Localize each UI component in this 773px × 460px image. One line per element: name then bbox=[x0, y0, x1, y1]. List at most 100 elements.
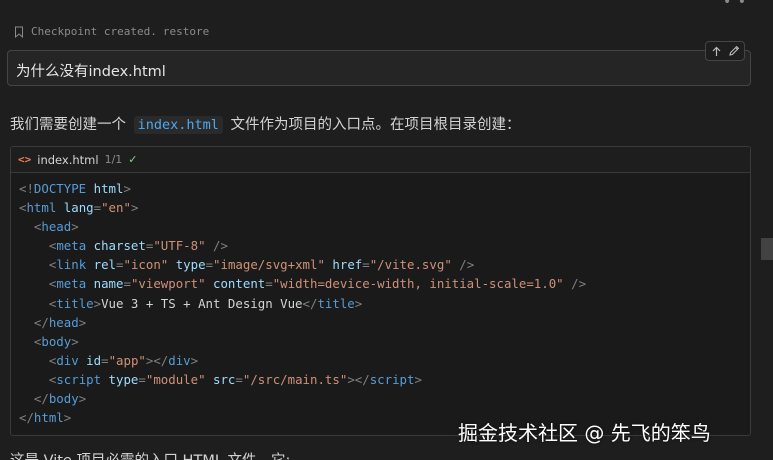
code-token: </ bbox=[33, 391, 49, 407]
restore-link[interactable]: restore bbox=[163, 25, 209, 38]
code-token: /> bbox=[571, 276, 587, 292]
code-line: <html lang="en"> bbox=[19, 198, 750, 217]
code-token: html bbox=[33, 410, 64, 426]
code-token: = bbox=[138, 371, 146, 387]
code-token: > bbox=[71, 219, 79, 235]
code-token: "app" bbox=[108, 352, 146, 368]
code-token: = bbox=[123, 276, 131, 292]
code-token: meta bbox=[56, 276, 87, 292]
code-line: <script type="module" src="/src/main.ts"… bbox=[19, 370, 750, 389]
reply-text-before: 我们需要创建一个 bbox=[10, 117, 126, 133]
code-token: > bbox=[190, 352, 199, 368]
code-line: <!DOCTYPE html> bbox=[19, 179, 750, 198]
code-token: ></ bbox=[145, 352, 169, 368]
code-token: type bbox=[108, 371, 139, 387]
code-token: "/vite.svg" bbox=[369, 257, 452, 273]
code-token: html bbox=[26, 200, 57, 216]
code-token: src bbox=[213, 371, 236, 387]
code-token: div bbox=[168, 352, 191, 368]
code-token: = bbox=[265, 276, 273, 292]
code-token: meta bbox=[56, 238, 87, 254]
code-line: <body> bbox=[19, 332, 750, 351]
reply-continuation: 这是 Vite 项目必需的入口 HTML 文件。它: bbox=[10, 449, 290, 460]
code-token: = bbox=[235, 371, 243, 387]
code-token: DOCTYPE bbox=[33, 181, 87, 196]
code-filename[interactable]: index.html bbox=[37, 153, 98, 167]
code-token: body bbox=[41, 333, 72, 349]
code-token: > bbox=[130, 200, 139, 216]
code-token: "viewport" bbox=[130, 276, 206, 292]
code-token: = bbox=[101, 352, 109, 368]
code-line: <meta charset="UTF-8" /> bbox=[19, 236, 750, 255]
code-token: html bbox=[93, 181, 124, 196]
code-token: script bbox=[369, 371, 415, 387]
code-line: </head> bbox=[19, 313, 750, 332]
code-token: content bbox=[213, 276, 266, 292]
code-token: "module" bbox=[145, 371, 206, 387]
code-line: </body> bbox=[19, 389, 750, 408]
code-token: "width=device-width, initial-scale=1.0" bbox=[272, 276, 564, 292]
code-token: lang bbox=[63, 200, 94, 216]
code-token: title bbox=[317, 295, 355, 311]
code-token: href bbox=[332, 257, 363, 273]
code-token: link bbox=[56, 257, 87, 273]
code-block: <> index.html 1/1 ✓ <!DOCTYPE html> <html… bbox=[10, 146, 751, 436]
code-token: > bbox=[71, 333, 79, 349]
code-token: = bbox=[93, 200, 102, 216]
code-icon: <> bbox=[18, 153, 32, 166]
code-token: head bbox=[48, 314, 79, 330]
reply-text-after: 文件作为项目的入口点。在项目根目录创建： bbox=[230, 117, 521, 133]
code-token: = bbox=[362, 257, 370, 273]
code-token: body bbox=[48, 391, 79, 407]
message-actions bbox=[705, 41, 745, 61]
code-token: > bbox=[123, 181, 131, 196]
code-token: name bbox=[93, 276, 124, 292]
code-token: rel bbox=[93, 257, 117, 273]
assistant-reply: 我们需要创建一个 index.html 文件作为项目的入口点。在项目根目录创建： bbox=[10, 113, 521, 134]
code-token: "UTF-8" bbox=[153, 238, 206, 254]
code-line: <head> bbox=[19, 217, 750, 236]
arrow-up-icon[interactable] bbox=[709, 44, 723, 58]
code-line: <meta name="viewport" content="width=dev… bbox=[19, 274, 750, 293]
code-token: > bbox=[63, 410, 72, 426]
code-token: type bbox=[175, 257, 206, 273]
code-token: ></ bbox=[347, 371, 370, 387]
scrollbar-thumb[interactable] bbox=[761, 238, 773, 260]
code-change-count: 1/1 bbox=[104, 153, 123, 166]
code-token: </ bbox=[19, 410, 34, 426]
check-icon: ✓ bbox=[128, 153, 138, 166]
pencil-icon[interactable] bbox=[727, 44, 741, 58]
code-token: "icon" bbox=[123, 257, 169, 273]
code-token: /> bbox=[213, 238, 228, 254]
code-line: <link rel="icon" type="image/svg+xml" hr… bbox=[19, 255, 750, 274]
bookmark-icon bbox=[15, 26, 23, 38]
code-token: > bbox=[78, 314, 87, 330]
more-icon[interactable]: • • bbox=[723, 0, 747, 10]
user-message[interactable]: 为什么没有index.html bbox=[7, 41, 751, 86]
checkpoint-text: Checkpoint created. bbox=[31, 25, 157, 38]
code-token: id bbox=[86, 352, 102, 368]
code-block-header[interactable]: <> index.html 1/1 ✓ bbox=[11, 147, 750, 173]
code-token: > bbox=[354, 295, 363, 311]
code-line: <title>Vue 3 + TS + Ant Design Vue</titl… bbox=[19, 294, 750, 313]
chat-panel: • • Checkpoint created. restore 为什么没有ind… bbox=[0, 0, 773, 460]
code-token: </ bbox=[302, 295, 318, 311]
code-line: <div id="app"></div> bbox=[19, 351, 750, 370]
code-token: = bbox=[205, 257, 214, 273]
code-token: > bbox=[93, 295, 102, 311]
